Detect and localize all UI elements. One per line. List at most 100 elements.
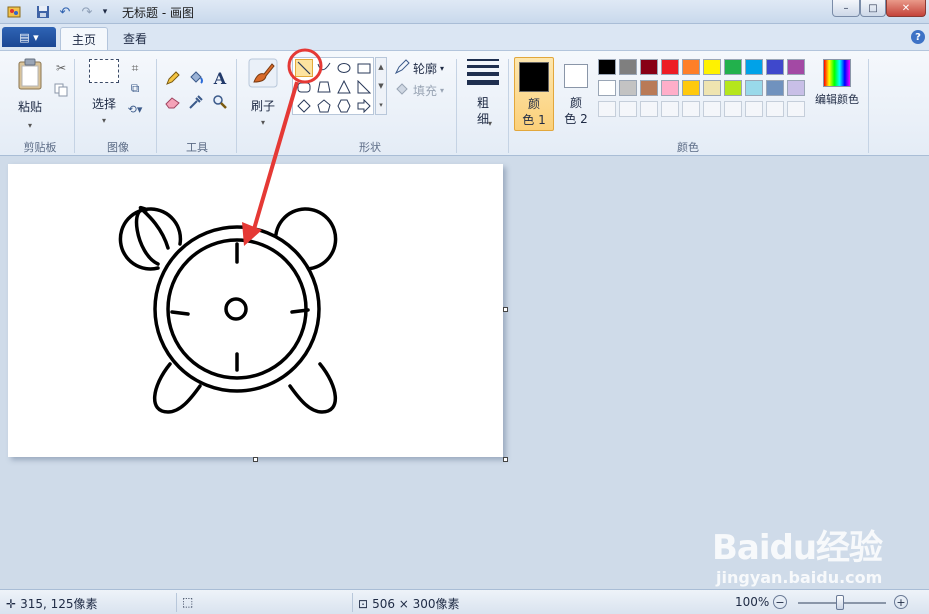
crop-icon[interactable]: ⌗ [126,59,144,77]
palette-color-swatch[interactable] [745,80,763,96]
cut-icon[interactable]: ✂ [52,59,70,77]
copy-icon[interactable] [52,81,70,99]
resize-icon[interactable]: ⧉ [126,79,144,97]
pentagon-shape-icon[interactable] [315,97,333,115]
tab-view[interactable]: 查看 [112,27,158,50]
alarm-clock-drawing [118,205,338,414]
size-dropdown-icon[interactable]: ▾ [488,119,492,128]
brushes-button[interactable]: 刷子 ▾ [244,57,282,127]
palette-custom-slot[interactable] [682,101,700,117]
text-tool-icon[interactable]: A [211,69,229,88]
palette-color-swatch[interactable] [724,80,742,96]
color1-button[interactable]: 颜 色 1 [514,57,554,131]
image-group-label: 图像 [107,141,129,154]
zoom-out-button[interactable]: − [773,595,787,609]
zoom-in-button[interactable]: + [894,595,908,609]
paste-button[interactable]: 粘贴 ▾ [12,57,48,130]
fill-bucket-icon[interactable] [187,69,205,87]
palette-color-swatch[interactable] [703,80,721,96]
rounded-rectangle-shape-icon[interactable] [295,78,313,96]
select-dropdown-icon[interactable]: ▾ [102,116,106,125]
curve-shape-icon[interactable] [315,59,333,77]
pencil-icon[interactable] [164,69,182,87]
palette-color-swatch[interactable] [640,80,658,96]
zoom-slider-thumb[interactable] [836,595,844,610]
edit-colors-button[interactable]: 编辑颜色 [814,59,860,107]
palette-custom-slot[interactable] [619,101,637,117]
brush-dropdown-icon[interactable]: ▾ [261,118,265,127]
palette-color-swatch[interactable] [661,59,679,75]
right-triangle-shape-icon[interactable] [355,78,373,96]
redo-icon[interactable]: ↷ [78,3,96,21]
palette-color-swatch[interactable] [598,59,616,75]
baidu-watermark: Baidu经验 [712,528,883,568]
resize-handle-right[interactable] [503,307,508,312]
palette-color-swatch[interactable] [745,59,763,75]
scroll-down-icon[interactable]: ▼ [378,82,383,90]
palette-color-swatch[interactable] [640,59,658,75]
palette-color-swatch[interactable] [766,59,784,75]
palette-custom-slot[interactable] [766,101,784,117]
palette-color-swatch[interactable] [766,80,784,96]
shapes-scrollbar[interactable]: ▲ ▼ ▾ [375,57,387,115]
select-button[interactable]: 选择 ▾ [84,59,124,125]
resize-handle-corner[interactable] [503,457,508,462]
palette-custom-slot[interactable] [703,101,721,117]
magnifier-icon[interactable] [211,93,229,111]
line-shape-icon[interactable] [295,59,313,77]
polygon-shape-icon[interactable] [315,78,333,96]
outline-dropdown-icon[interactable]: ▾ [440,64,444,73]
expand-gallery-icon[interactable]: ▾ [379,101,383,109]
color-picker-icon[interactable] [187,93,205,111]
eraser-icon[interactable] [164,93,182,111]
rectangle-shape-icon[interactable] [355,59,373,77]
paint-app-icon[interactable] [4,3,24,21]
color2-label: 颜 色 2 [564,96,588,126]
palette-custom-slot[interactable] [724,101,742,117]
close-button[interactable]: ✕ [886,0,926,17]
resize-handle-bottom[interactable] [253,457,258,462]
right-arrow-shape-icon[interactable] [355,97,373,115]
palette-color-swatch[interactable] [682,59,700,75]
palette-color-swatch[interactable] [703,59,721,75]
palette-color-swatch[interactable] [598,80,616,96]
palette-color-swatch[interactable] [787,80,805,96]
color2-button[interactable]: 颜 色 2 [556,57,596,131]
palette-color-swatch[interactable] [724,59,742,75]
palette-custom-slot[interactable] [640,101,658,117]
size-button[interactable]: 粗 细 ▾ [464,59,502,128]
fill-dropdown-icon[interactable]: ▾ [440,86,444,95]
fill-button[interactable]: 填充 ▾ [394,81,444,100]
palette-color-swatch[interactable] [661,80,679,96]
drawing-canvas[interactable] [8,164,503,457]
diamond-shape-icon[interactable] [295,97,313,115]
palette-color-swatch[interactable] [682,80,700,96]
rotate-icon[interactable]: ⟲▾ [126,100,144,118]
palette-color-swatch[interactable] [619,80,637,96]
help-icon[interactable]: ? [911,30,925,44]
clipboard-icon [15,57,45,91]
paste-dropdown-icon[interactable]: ▾ [28,121,32,130]
zoom-level: 100% [735,595,770,609]
triangle-shape-icon[interactable] [335,78,353,96]
save-icon[interactable] [34,3,52,21]
separator [456,59,457,153]
scroll-up-icon[interactable]: ▲ [378,63,383,71]
palette-custom-slot[interactable] [787,101,805,117]
file-menu-button[interactable]: ▤ ▾ [2,27,56,47]
palette-custom-slot[interactable] [745,101,763,117]
undo-icon[interactable]: ↶ [56,3,74,21]
palette-custom-slot[interactable] [598,101,616,117]
palette-custom-slot[interactable] [661,101,679,117]
palette-color-swatch[interactable] [619,59,637,75]
customize-dropdown-icon[interactable]: ▾ [98,3,112,21]
outline-button[interactable]: 轮廓 ▾ [394,59,444,78]
tab-home[interactable]: 主页 [60,27,109,50]
hexagon-shape-icon[interactable] [335,97,353,115]
maximize-button[interactable]: □ [860,0,886,17]
oval-shape-icon[interactable] [335,59,353,77]
minimize-button[interactable]: – [832,0,860,17]
palette-color-swatch[interactable] [787,59,805,75]
color1-label: 颜 色 1 [522,97,546,127]
fill-icon [394,81,410,100]
